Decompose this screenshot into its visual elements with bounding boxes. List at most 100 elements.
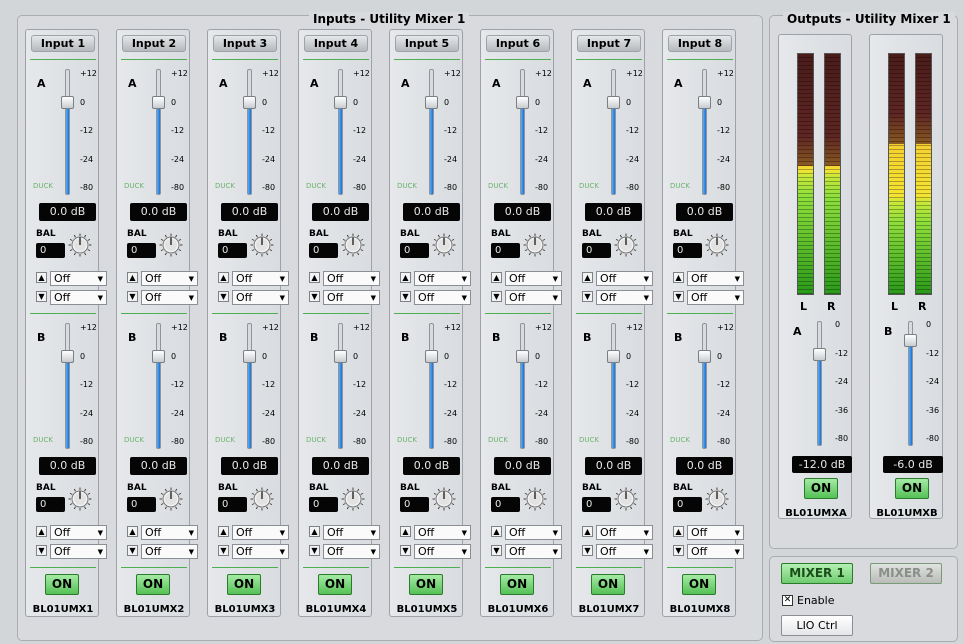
fader-b-thumb[interactable] [152,350,165,363]
fader-b-track[interactable] [338,323,343,449]
on-button[interactable]: ON [45,574,79,595]
route-select[interactable]: Off ▼ [50,525,107,540]
route-select[interactable]: Off ▼ [687,525,744,540]
balance-knob-icon[interactable] [159,233,183,257]
up-arrow-icon[interactable]: ▲ [36,272,47,283]
fader-b-thumb[interactable] [243,350,256,363]
output-on-button[interactable]: ON [804,478,838,499]
route-select[interactable]: Off ▼ [505,525,562,540]
route-select[interactable]: Off ▼ [50,290,107,305]
on-button[interactable]: ON [227,574,261,595]
down-arrow-icon[interactable]: ▼ [309,291,320,302]
fader-b-thumb[interactable] [334,350,347,363]
balance-knob-icon[interactable] [250,233,274,257]
down-arrow-icon[interactable]: ▼ [218,545,229,556]
fader-a-thumb[interactable] [334,96,347,109]
up-arrow-icon[interactable]: ▲ [309,526,320,537]
balance-knob-icon[interactable] [705,233,729,257]
on-button[interactable]: ON [500,574,534,595]
balance-knob-icon[interactable] [705,487,729,511]
fader-a-track[interactable] [611,69,616,195]
up-arrow-icon[interactable]: ▲ [218,272,229,283]
mixer-2-button[interactable]: MIXER 2 [870,563,942,584]
up-arrow-icon[interactable]: ▲ [218,526,229,537]
route-select[interactable]: Off ▼ [505,544,562,559]
balance-knob-icon[interactable] [250,487,274,511]
fader-b-track[interactable] [156,323,161,449]
fader-a-thumb[interactable] [61,96,74,109]
up-arrow-icon[interactable]: ▲ [582,526,593,537]
fader-b-track[interactable] [247,323,252,449]
fader-a-thumb[interactable] [243,96,256,109]
balance-knob-icon[interactable] [523,487,547,511]
route-select[interactable]: Off ▼ [505,271,562,286]
on-button[interactable]: ON [682,574,716,595]
fader-b-track[interactable] [429,323,434,449]
fader-a-track[interactable] [65,69,70,195]
up-arrow-icon[interactable]: ▲ [491,272,502,283]
mixer-1-button[interactable]: MIXER 1 [781,563,853,584]
balance-knob-icon[interactable] [68,487,92,511]
lio-ctrl-button[interactable]: LIO Ctrl [781,615,853,636]
route-select[interactable]: Off ▼ [50,544,107,559]
down-arrow-icon[interactable]: ▼ [218,291,229,302]
route-select[interactable]: Off ▼ [687,290,744,305]
up-arrow-icon[interactable]: ▲ [400,272,411,283]
route-select[interactable]: Off ▼ [414,525,471,540]
up-arrow-icon[interactable]: ▲ [673,526,684,537]
fader-a-thumb[interactable] [152,96,165,109]
output-on-button[interactable]: ON [895,478,929,499]
down-arrow-icon[interactable]: ▼ [673,545,684,556]
balance-knob-icon[interactable] [159,487,183,511]
route-select[interactable]: Off ▼ [141,290,198,305]
balance-knob-icon[interactable] [432,233,456,257]
fader-b-thumb[interactable] [698,350,711,363]
fader-b-thumb[interactable] [425,350,438,363]
fader-a-track[interactable] [429,69,434,195]
down-arrow-icon[interactable]: ▼ [673,291,684,302]
down-arrow-icon[interactable]: ▼ [36,545,47,556]
route-select[interactable]: Off ▼ [232,290,289,305]
output-fader-thumb[interactable] [813,348,826,361]
route-select[interactable]: Off ▼ [596,290,653,305]
on-button[interactable]: ON [136,574,170,595]
route-select[interactable]: Off ▼ [414,544,471,559]
fader-b-track[interactable] [65,323,70,449]
route-select[interactable]: Off ▼ [232,525,289,540]
route-select[interactable]: Off ▼ [687,544,744,559]
down-arrow-icon[interactable]: ▼ [400,291,411,302]
fader-b-track[interactable] [611,323,616,449]
on-button[interactable]: ON [409,574,443,595]
fader-a-thumb[interactable] [516,96,529,109]
route-select[interactable]: Off ▼ [232,271,289,286]
route-select[interactable]: Off ▼ [232,544,289,559]
route-select[interactable]: Off ▼ [596,525,653,540]
up-arrow-icon[interactable]: ▲ [673,272,684,283]
route-select[interactable]: Off ▼ [596,544,653,559]
route-select[interactable]: Off ▼ [141,525,198,540]
balance-knob-icon[interactable] [432,487,456,511]
up-arrow-icon[interactable]: ▲ [491,526,502,537]
output-fader-thumb[interactable] [904,334,917,347]
route-select[interactable]: Off ▼ [141,271,198,286]
up-arrow-icon[interactable]: ▲ [400,526,411,537]
down-arrow-icon[interactable]: ▼ [400,545,411,556]
on-button[interactable]: ON [591,574,625,595]
fader-a-track[interactable] [338,69,343,195]
balance-knob-icon[interactable] [341,487,365,511]
output-fader-track[interactable] [817,321,822,446]
up-arrow-icon[interactable]: ▲ [582,272,593,283]
fader-a-track[interactable] [156,69,161,195]
fader-a-track[interactable] [702,69,707,195]
fader-b-thumb[interactable] [607,350,620,363]
fader-a-track[interactable] [247,69,252,195]
down-arrow-icon[interactable]: ▼ [491,291,502,302]
fader-b-thumb[interactable] [516,350,529,363]
fader-a-thumb[interactable] [425,96,438,109]
up-arrow-icon[interactable]: ▲ [127,272,138,283]
route-select[interactable]: Off ▼ [505,290,562,305]
fader-b-track[interactable] [702,323,707,449]
up-arrow-icon[interactable]: ▲ [36,526,47,537]
down-arrow-icon[interactable]: ▼ [491,545,502,556]
down-arrow-icon[interactable]: ▼ [127,291,138,302]
